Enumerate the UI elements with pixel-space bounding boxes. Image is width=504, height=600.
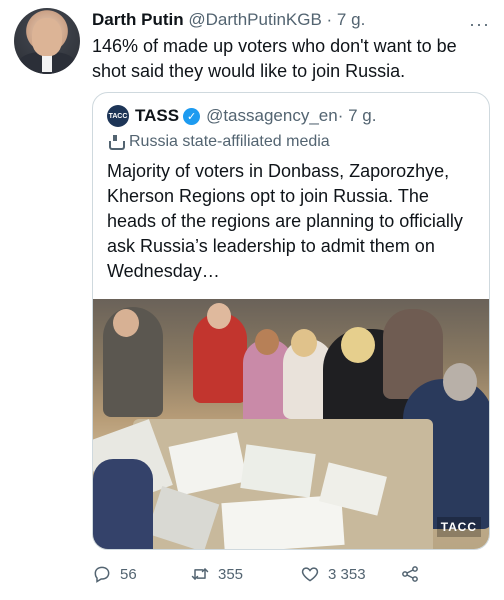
more-icon[interactable]: ···	[469, 14, 490, 35]
share-icon	[402, 566, 418, 582]
tweet[interactable]: Darth Putin @DarthPutinKGB · 7 g. ··· 14…	[0, 0, 504, 600]
quote-header: ТАСС TASS ✓ @tassagency_en · 7 g.	[107, 105, 376, 127]
quote-author-name[interactable]: TASS	[135, 106, 179, 126]
avatar[interactable]	[14, 8, 80, 74]
author-name[interactable]: Darth Putin	[92, 10, 184, 29]
reply-count: 56	[120, 565, 137, 583]
tass-logo[interactable]: ТАСС	[107, 105, 129, 127]
retweet-count: 355	[218, 565, 244, 583]
share-button[interactable]	[400, 564, 428, 584]
tweet-text: 146% of made up voters who don't want to…	[92, 36, 457, 81]
photo-head	[291, 329, 317, 357]
photo-watermark: ТАСС	[436, 517, 481, 537]
state-media-label[interactable]: Russia state-affiliated media	[107, 133, 330, 151]
retweet-button[interactable]: 355	[190, 564, 243, 584]
state-media-icon	[107, 135, 125, 150]
verified-icon: ✓	[183, 107, 201, 125]
avatar-shirt	[42, 54, 52, 72]
photo-head	[113, 309, 139, 337]
photo-head	[443, 363, 477, 401]
quote-author-handle[interactable]: @tassagency_en	[206, 106, 338, 126]
like-icon	[301, 567, 319, 582]
state-media-text: Russia state-affiliated media	[129, 133, 330, 150]
quote-photo[interactable]: ТАСС	[93, 299, 489, 549]
photo-head	[341, 327, 375, 363]
quoted-tweet[interactable]: ТАСС TASS ✓ @tassagency_en · 7 g. Russia…	[92, 92, 490, 550]
retweet-icon	[191, 568, 209, 580]
reply-icon	[94, 566, 110, 583]
action-bar: 56 355 3 353	[92, 562, 492, 586]
tweet-time[interactable]: · 7 g.	[322, 10, 366, 29]
photo-person	[93, 459, 153, 549]
tweet-header: Darth Putin @DarthPutinKGB · 7 g.	[92, 10, 365, 30]
avatar-face	[32, 18, 62, 56]
photo-head	[207, 303, 231, 329]
like-count: 3 353	[328, 565, 366, 583]
reply-button[interactable]: 56	[92, 564, 137, 584]
photo-head	[255, 329, 279, 355]
like-button[interactable]: 3 353	[300, 564, 366, 584]
quote-time: · 7 g.	[337, 106, 377, 125]
quote-text: Majority of voters in Donbass, Zaporozhy…	[107, 161, 463, 281]
author-handle[interactable]: @DarthPutinKGB	[188, 10, 321, 29]
